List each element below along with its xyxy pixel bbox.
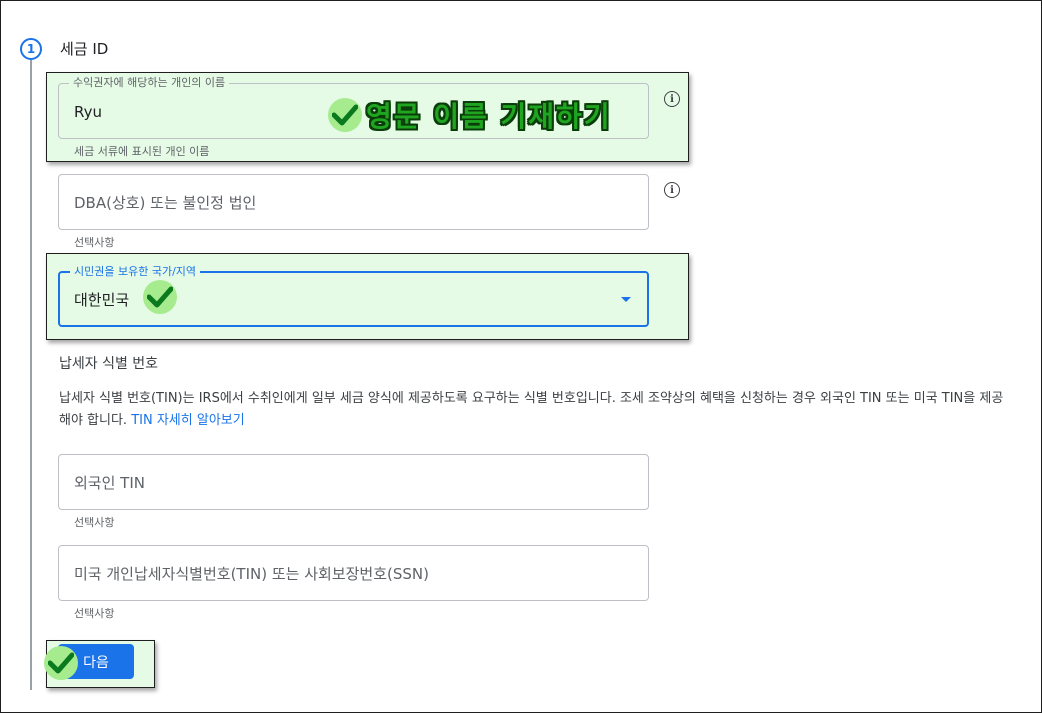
check-mark-icon xyxy=(328,98,362,132)
payee-name-helper: 세금 서류에 표시된 개인 이름 xyxy=(74,145,210,158)
tin-section-title: 납세자 식별 번호 xyxy=(59,356,159,372)
foreign-tin-field[interactable]: 외국인 TIN xyxy=(58,454,649,510)
payee-name-value: Ryu xyxy=(74,103,102,121)
tin-description: 납세자 식별 번호(TIN)는 IRS에서 수취인에게 일부 세금 양식에 제공… xyxy=(59,388,1009,432)
payee-name-label: 수익권자에 해당하는 개인의 이름 xyxy=(69,76,230,90)
dba-placeholder: DBA(상호) 또는 불인정 법인 xyxy=(74,194,257,212)
step-title: 세금 ID xyxy=(60,40,109,58)
dba-helper: 선택사항 xyxy=(74,236,115,249)
foreign-tin-placeholder: 외국인 TIN xyxy=(74,474,145,492)
us-tin-helper: 선택사항 xyxy=(74,607,115,620)
foreign-tin-helper: 선택사항 xyxy=(74,516,115,529)
info-icon[interactable]: i xyxy=(664,91,680,107)
tin-learn-more-link[interactable]: TIN 자세히 알아보기 xyxy=(131,413,244,428)
us-tin-field[interactable]: 미국 개인납세자식별번호(TIN) 또는 사회보장번호(SSN) xyxy=(58,545,649,601)
step-number-badge: 1 xyxy=(20,38,42,60)
citizenship-value: 대한민국 xyxy=(74,291,130,309)
check-mark-icon xyxy=(44,646,78,680)
stepper-line xyxy=(30,60,32,690)
info-icon[interactable]: i xyxy=(664,182,680,198)
citizenship-label: 시민권을 보유한 국가/지역 xyxy=(70,265,201,279)
dropdown-arrow-icon xyxy=(621,297,631,302)
us-tin-placeholder: 미국 개인납세자식별번호(TIN) 또는 사회보장번호(SSN) xyxy=(74,565,429,583)
check-mark-icon xyxy=(143,280,177,314)
dba-field[interactable]: DBA(상호) 또는 불인정 법인 xyxy=(58,174,649,230)
annotation-text: 영문 이름 기재하기 xyxy=(366,100,612,133)
